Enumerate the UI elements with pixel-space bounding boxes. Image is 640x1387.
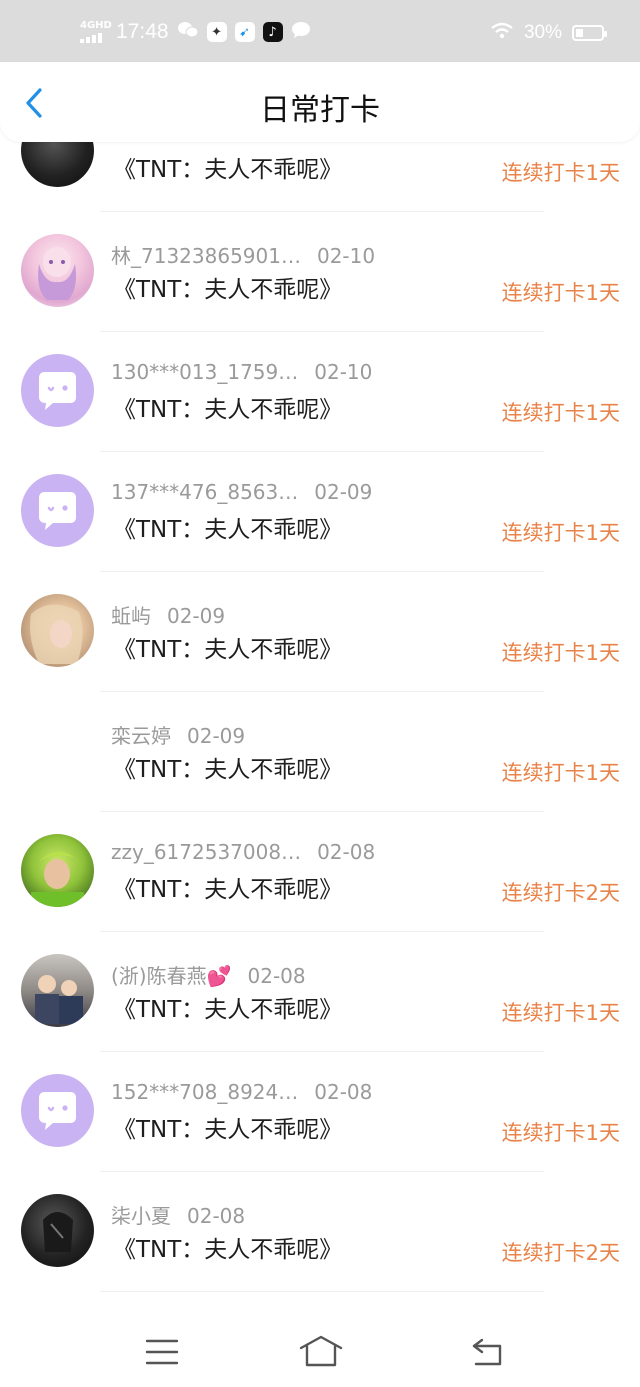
network-indicator: 4GHD: [80, 21, 112, 43]
list-item[interactable]: 130***013_1759… 02-10 《TNT：夫人不乖呢》 连续打卡1天: [0, 332, 640, 452]
avatar[interactable]: [21, 834, 94, 907]
book-title: 《TNT：夫人不乖呢》: [113, 1117, 343, 1143]
streak-label: 连续打卡2天: [501, 881, 620, 905]
book-title: 《TNT：夫人不乖呢》: [113, 157, 343, 183]
status-left: 4GHD 17:48 ✦ ➹ ♪: [80, 20, 311, 44]
list-item[interactable]: 137***476_8563… 02-09 《TNT：夫人不乖呢》 连续打卡1天: [0, 452, 640, 572]
status-right: 30%: [490, 22, 607, 44]
default-avatar-icon[interactable]: [21, 474, 94, 547]
streak-label: 连续打卡1天: [501, 1001, 620, 1025]
item-date: 02-10: [316, 244, 376, 268]
user-name: 137***476_8563…: [111, 480, 299, 504]
item-date: 02-09: [167, 604, 226, 628]
item-meta: 栾云婷 02-09: [111, 720, 245, 749]
list-item[interactable]: 柒小夏 02-08 《TNT：夫人不乖呢》 连续打卡2天: [0, 1172, 640, 1292]
book-title: 《TNT：夫人不乖呢》: [113, 517, 343, 543]
user-name: 林_71323865901…: [111, 244, 301, 268]
user-name: (浙)陈春燕💕: [111, 964, 232, 988]
home-button[interactable]: [298, 1332, 344, 1372]
divider: [100, 1291, 544, 1292]
avatar[interactable]: [21, 1194, 94, 1267]
user-name: zzy_6172537008…: [111, 840, 302, 864]
book-title: 《TNT：夫人不乖呢》: [113, 397, 343, 423]
book-title: 《TNT：夫人不乖呢》: [113, 877, 343, 903]
book-title: 《TNT：夫人不乖呢》: [113, 1237, 343, 1263]
item-meta: 柒小夏 02-08: [111, 1200, 245, 1229]
item-meta: 152***708_8924… 02-08: [111, 1080, 372, 1104]
item-date: 02-09: [314, 480, 373, 504]
avatar[interactable]: [21, 234, 94, 307]
item-date: 02-08: [247, 964, 306, 988]
battery-icon: [572, 25, 607, 41]
streak-label: 连续打卡2天: [501, 1241, 620, 1265]
user-name: 蚯屿: [111, 604, 151, 628]
menu-icon: [145, 1339, 179, 1365]
streak-label: 连续打卡1天: [501, 281, 620, 305]
streak-label: 连续打卡1天: [501, 401, 620, 425]
feishu-icon: ➹: [234, 22, 255, 42]
book-title: 《TNT：夫人不乖呢》: [113, 637, 343, 663]
list-item[interactable]: 林_71323865901… 02-10 《TNT：夫人不乖呢》 连续打卡1天: [0, 212, 640, 332]
bird-app-icon: ✦: [206, 22, 227, 42]
streak-label: 连续打卡1天: [501, 1121, 620, 1145]
header-bar: 日常打卡: [0, 62, 640, 142]
item-meta: 137***476_8563… 02-09: [111, 480, 372, 504]
item-date: 02-08: [187, 1204, 246, 1228]
avatar[interactable]: [21, 594, 94, 667]
battery-text: 30%: [523, 22, 562, 43]
back-icon: [472, 1338, 502, 1366]
item-date: 02-08: [314, 1080, 373, 1104]
list-item[interactable]: 栾云婷 02-09 《TNT：夫人不乖呢》 连续打卡1天: [0, 692, 640, 812]
streak-label: 连续打卡1天: [501, 641, 620, 665]
tiktok-icon: ♪: [262, 22, 283, 42]
user-name: 130***013_1759…: [111, 360, 299, 384]
book-title: 《TNT：夫人不乖呢》: [113, 277, 343, 303]
streak-label: 连续打卡1天: [501, 161, 620, 185]
item-meta: 130***013_1759… 02-10: [111, 360, 372, 384]
item-meta: 蚯屿 02-09: [111, 600, 225, 629]
item-meta: (浙)陈春燕💕 02-08: [111, 960, 306, 989]
user-name: 柒小夏: [111, 1204, 171, 1228]
network-type: 4GHD: [80, 20, 112, 31]
page-title: 日常打卡: [260, 93, 380, 128]
back-nav-button[interactable]: [468, 1332, 508, 1372]
item-date: 02-10: [314, 360, 373, 384]
status-bar: 4GHD 17:48 ✦ ➹ ♪ 30%: [0, 0, 640, 62]
wechat-icon: [177, 20, 199, 44]
item-meta: zzy_6172537008… 02-08: [111, 840, 375, 864]
status-time: 17:48: [116, 20, 169, 43]
signal-icon: [80, 33, 108, 43]
book-title: 《TNT：夫人不乖呢》: [113, 997, 343, 1023]
system-nav-bar: [0, 1312, 640, 1387]
avatar[interactable]: [21, 954, 94, 1027]
default-avatar-icon[interactable]: [21, 1074, 94, 1147]
user-name: 152***708_8924…: [111, 1080, 299, 1104]
streak-label: 连续打卡1天: [501, 761, 620, 785]
book-title: 《TNT：夫人不乖呢》: [113, 757, 343, 783]
user-name: 栾云婷: [111, 724, 171, 748]
message-icon: [291, 21, 311, 43]
checkin-list: 《TNT：夫人不乖呢》 连续打卡1天 林_71323865901… 02-10 《…: [0, 92, 640, 1292]
list-item[interactable]: (浙)陈春燕💕 02-08 《TNT：夫人不乖呢》 连续打卡1天: [0, 932, 640, 1052]
menu-button[interactable]: [142, 1332, 182, 1372]
wifi-icon: [490, 22, 514, 44]
item-meta: 林_71323865901… 02-10: [111, 240, 375, 269]
streak-label: 连续打卡1天: [501, 521, 620, 545]
item-date: 02-08: [317, 840, 376, 864]
list-item[interactable]: zzy_6172537008… 02-08 《TNT：夫人不乖呢》 连续打卡2天: [0, 812, 640, 932]
list-item[interactable]: 蚯屿 02-09 《TNT：夫人不乖呢》 连续打卡1天: [0, 572, 640, 692]
item-date: 02-09: [187, 724, 246, 748]
home-icon: [299, 1335, 343, 1367]
default-avatar-icon[interactable]: [21, 354, 94, 427]
list-item[interactable]: 152***708_8924… 02-08 《TNT：夫人不乖呢》 连续打卡1天: [0, 1052, 640, 1172]
